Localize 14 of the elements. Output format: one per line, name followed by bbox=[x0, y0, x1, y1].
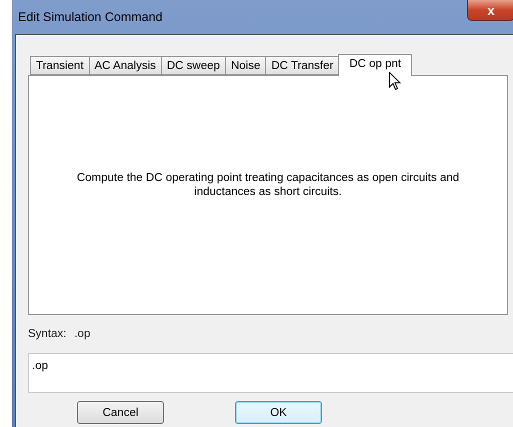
tab[interactable]: DC Transfer bbox=[265, 56, 340, 75]
syntax-value: .op bbox=[74, 328, 90, 340]
tab[interactable]: Transient bbox=[30, 56, 90, 75]
description-text: Compute the DC operating point treating capacitances as open circuits and inductances as short circuits. bbox=[76, 171, 460, 199]
ok-button[interactable]: OK bbox=[235, 401, 322, 424]
cancel-button[interactable]: Cancel bbox=[77, 401, 164, 424]
tab[interactable]: Noise bbox=[224, 56, 266, 75]
tab[interactable]: DC op pnt bbox=[338, 54, 412, 76]
window-title: Edit Simulation Command bbox=[18, 10, 163, 24]
command-field[interactable]: .op bbox=[28, 353, 513, 393]
tab[interactable]: DC sweep bbox=[160, 56, 226, 75]
close-button[interactable]: x bbox=[467, 0, 513, 21]
syntax-label: Syntax: bbox=[28, 328, 66, 340]
tab[interactable]: AC Analysis bbox=[88, 56, 162, 75]
